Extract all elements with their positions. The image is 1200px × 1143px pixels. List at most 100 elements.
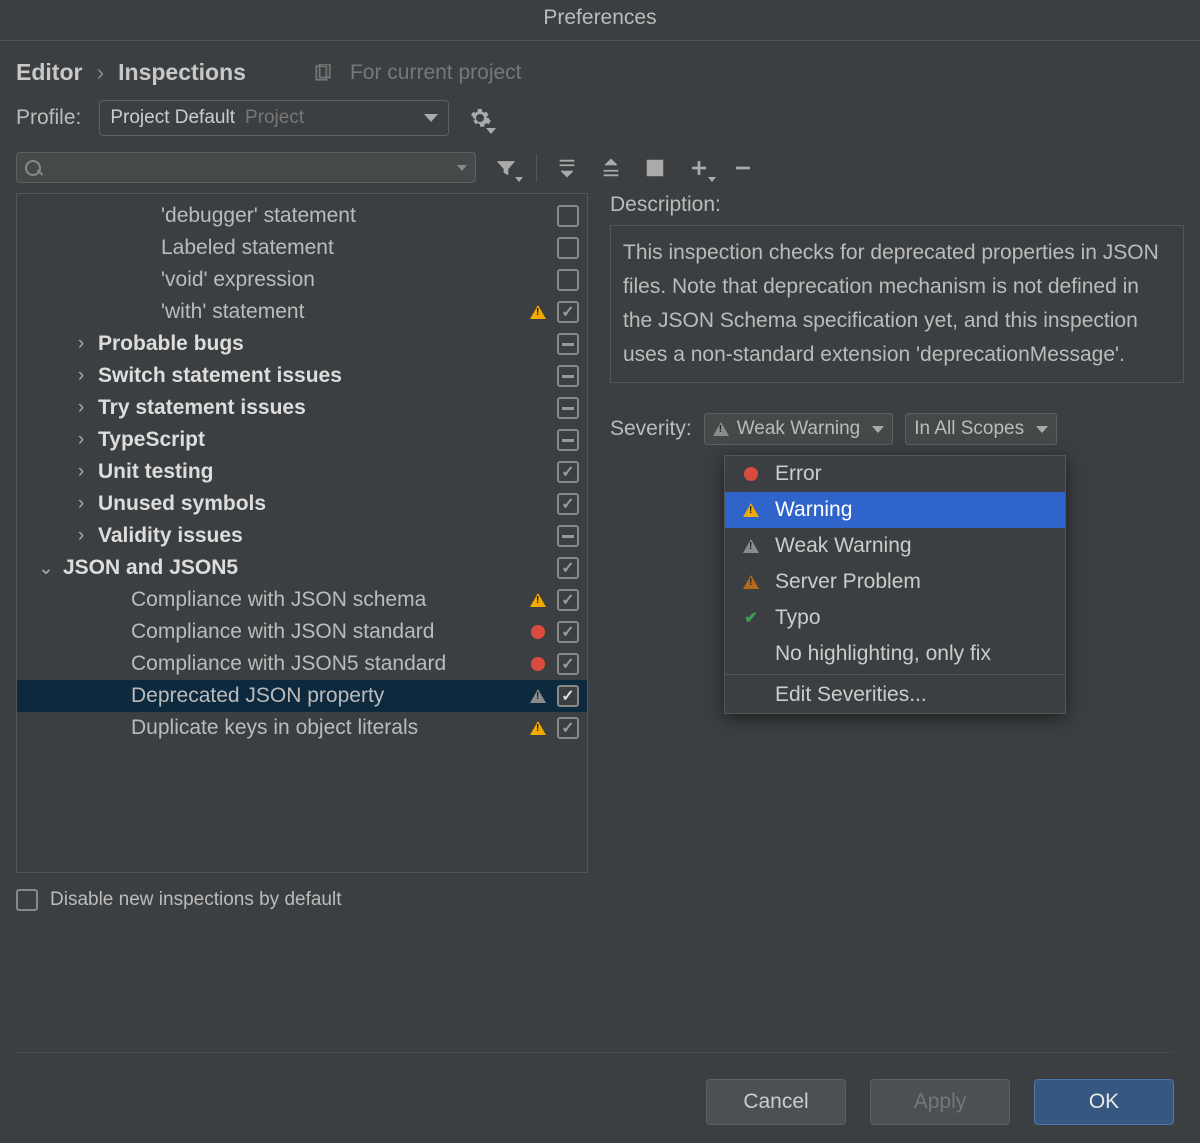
tree-item-label: Compliance with JSON standard — [131, 620, 519, 644]
inspection-checkbox[interactable] — [557, 685, 579, 707]
chevron-down-icon — [1036, 426, 1048, 433]
severity-option-label: Typo — [775, 606, 821, 630]
error-icon — [741, 467, 761, 481]
tree-item-unused[interactable]: ›Unused symbols — [17, 488, 587, 520]
typo-icon: ✔ — [741, 608, 761, 628]
expand-all-button[interactable] — [553, 154, 581, 182]
tree-item-label: Compliance with JSON5 standard — [131, 652, 519, 676]
window-title: Preferences — [0, 0, 1200, 41]
severity-option-typo[interactable]: ✔ Typo — [725, 600, 1065, 636]
severity-option-warning[interactable]: Warning — [725, 492, 1065, 528]
weak-warning-icon — [713, 422, 729, 436]
warning-icon — [527, 721, 549, 735]
chevron-down-icon — [457, 165, 467, 171]
tree-item-label: 'void' expression — [161, 268, 519, 292]
remove-button[interactable] — [729, 154, 757, 182]
severity-option-no-highlighting-only-fix[interactable]: No highlighting, only fix — [725, 636, 1065, 672]
chevron-right-icon[interactable]: › — [72, 429, 90, 451]
inspection-checkbox[interactable] — [557, 429, 579, 451]
severity-option-label: Error — [775, 462, 822, 486]
breadcrumb-root[interactable]: Editor — [16, 59, 82, 86]
disable-new-inspections-checkbox[interactable] — [16, 889, 38, 911]
ok-button[interactable]: OK — [1034, 1079, 1174, 1125]
edit-severities-item[interactable]: Edit Severities... — [725, 677, 1065, 713]
profile-selected: Project Default — [110, 107, 235, 129]
cancel-button[interactable]: Cancel — [706, 1079, 846, 1125]
toolbar-separator — [536, 154, 537, 182]
severity-selected: Weak Warning — [737, 418, 861, 440]
tree-item-label: Try statement issues — [98, 396, 519, 420]
tree-item-deprec[interactable]: Deprecated JSON property — [17, 680, 587, 712]
server-problem-icon — [741, 575, 761, 589]
inspection-checkbox[interactable] — [557, 461, 579, 483]
tree-item-probbugs[interactable]: ›Probable bugs — [17, 328, 587, 360]
weak-warning-icon — [527, 689, 549, 703]
inspection-checkbox[interactable] — [557, 653, 579, 675]
profile-settings-button[interactable] — [467, 105, 493, 131]
popup-separator — [725, 674, 1065, 675]
inspection-checkbox[interactable] — [557, 205, 579, 227]
chevron-right-icon[interactable]: › — [72, 525, 90, 547]
tree-item-ts[interactable]: ›TypeScript — [17, 424, 587, 456]
severity-option-label: Weak Warning — [775, 534, 912, 558]
inspection-checkbox[interactable] — [557, 301, 579, 323]
inspection-checkbox[interactable] — [557, 333, 579, 355]
tree-item-jstd[interactable]: Compliance with JSON standard — [17, 616, 587, 648]
weak-warning-icon — [741, 539, 761, 553]
inspection-checkbox[interactable] — [557, 237, 579, 259]
filter-button[interactable] — [492, 154, 520, 182]
inspection-checkbox[interactable] — [557, 525, 579, 547]
inspection-checkbox[interactable] — [557, 493, 579, 515]
tree-item-switch[interactable]: › Switch statement issues — [17, 360, 587, 392]
search-input[interactable] — [16, 152, 476, 183]
apply-button[interactable]: Apply — [870, 1079, 1010, 1125]
chevron-right-icon[interactable]: › — [72, 333, 90, 355]
severity-option-weak-warning[interactable]: Weak Warning — [725, 528, 1065, 564]
breadcrumb-current: Inspections — [118, 59, 246, 86]
inspection-tree[interactable]: 'debugger' statementLabeled statement 'vo… — [16, 193, 588, 873]
severity-option-server-problem[interactable]: Server Problem — [725, 564, 1065, 600]
chevron-right-icon[interactable]: › — [72, 493, 90, 515]
inspection-checkbox[interactable] — [557, 589, 579, 611]
breadcrumb-sep-icon: › — [96, 59, 104, 86]
collapse-all-button[interactable] — [597, 154, 625, 182]
chevron-down-icon[interactable]: ⌄ — [37, 557, 55, 580]
inspection-checkbox[interactable] — [557, 717, 579, 739]
tree-item-label: Deprecated JSON property — [131, 684, 519, 708]
add-button[interactable] — [685, 154, 713, 182]
tree-item-debugger[interactable]: 'debugger' statement — [17, 200, 587, 232]
tree-item-label: Switch statement issues — [98, 364, 519, 388]
chevron-down-icon — [872, 426, 884, 433]
inspection-checkbox[interactable] — [557, 621, 579, 643]
severity-select[interactable]: Weak Warning — [704, 413, 894, 445]
tree-item-labeled[interactable]: Labeled statement — [17, 232, 587, 264]
chevron-right-icon[interactable]: › — [72, 365, 90, 387]
tree-item-with[interactable]: 'with' statement — [17, 296, 587, 328]
tree-item-label: Compliance with JSON schema — [131, 588, 519, 612]
tree-item-validity[interactable]: ›Validity issues — [17, 520, 587, 552]
tree-item-json[interactable]: ⌄JSON and JSON5 — [17, 552, 587, 584]
warning-icon — [527, 305, 549, 319]
profile-select[interactable]: Project Default Project — [99, 100, 449, 136]
tree-item-try[interactable]: › Try statement issues — [17, 392, 587, 424]
tree-item-label: 'with' statement — [161, 300, 519, 324]
reset-button[interactable] — [641, 154, 669, 182]
tree-item-unit[interactable]: ›Unit testing — [17, 456, 587, 488]
error-icon — [527, 657, 549, 671]
search-field[interactable] — [49, 157, 457, 178]
tree-item-jschema[interactable]: Compliance with JSON schema — [17, 584, 587, 616]
tree-item-void[interactable]: 'void' expression — [17, 264, 587, 296]
inspection-checkbox[interactable] — [557, 557, 579, 579]
chevron-right-icon[interactable]: › — [72, 461, 90, 483]
warning-icon — [527, 593, 549, 607]
tree-item-j5std[interactable]: Compliance with JSON5 standard — [17, 648, 587, 680]
inspection-checkbox[interactable] — [557, 269, 579, 291]
scope-select[interactable]: In All Scopes — [905, 413, 1057, 445]
severity-option-error[interactable]: Error — [725, 456, 1065, 492]
chevron-right-icon[interactable]: › — [72, 397, 90, 419]
tree-item-dupkeys[interactable]: Duplicate keys in object literals — [17, 712, 587, 744]
inspection-checkbox[interactable] — [557, 397, 579, 419]
inspection-checkbox[interactable] — [557, 365, 579, 387]
disable-new-inspections-label: Disable new inspections by default — [50, 889, 342, 911]
severity-popup: Error Warning Weak Warning Server Problem ✔ T… — [724, 455, 1066, 714]
